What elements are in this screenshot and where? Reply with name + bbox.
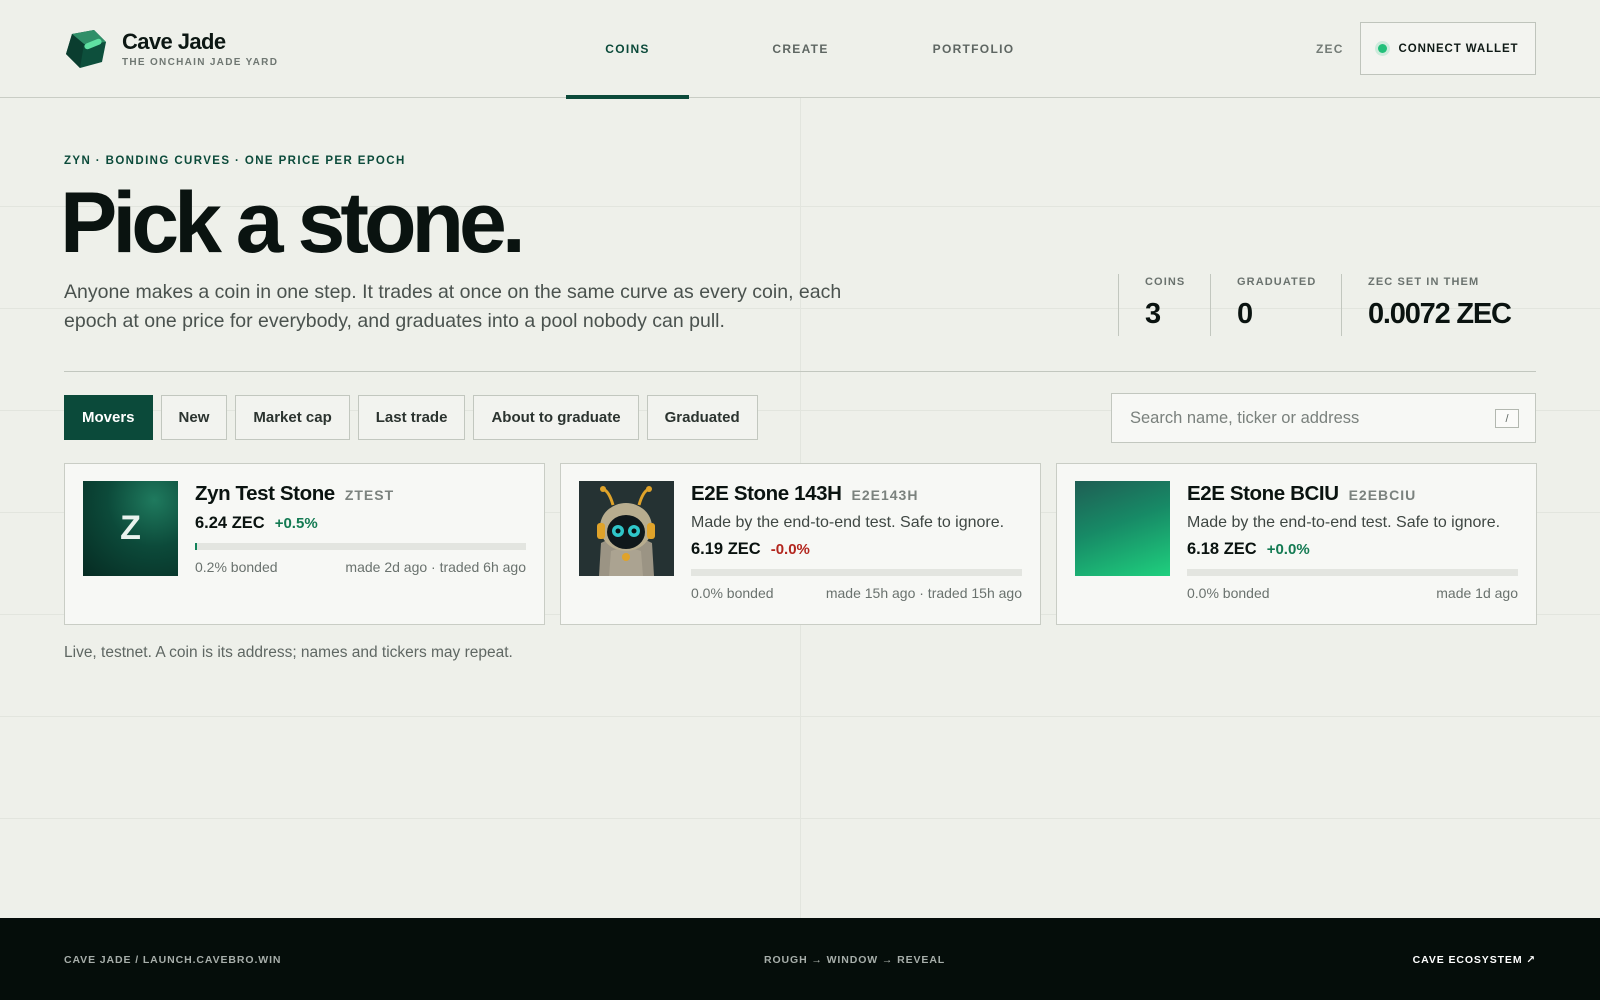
coin-times: made 1d ago [1436,585,1518,601]
stat-value: 0.0072 ZEC [1368,298,1512,330]
coin-change: -0.0% [770,541,810,558]
coin-price-row: 6.18 ZEC +0.0% [1187,540,1518,559]
stat-graduated: GRADUATED 0 [1210,274,1341,336]
coin-card-body: Zyn Test Stone ZTEST 6.24 ZEC +0.5% 0.2%… [195,482,526,575]
filter-new[interactable]: New [160,395,228,440]
filter-graduated[interactable]: Graduated [646,395,758,440]
coin-price: 6.19 ZEC [691,540,761,558]
bee-robot-avatar-icon [579,481,674,576]
hero-eyebrow: ZYN · BONDING CURVES · ONE PRICE PER EPO… [64,155,406,167]
bonding-progress-fill [195,543,197,550]
filter-about-to-graduate[interactable]: About to graduate [473,395,639,440]
status-dot-icon [1377,44,1387,53]
search-box: / [1111,393,1536,443]
coin-change: +0.5% [274,515,318,532]
coin-list: Z Zyn Test Stone ZTEST 6.24 ZEC +0.5% 0.… [64,463,1537,625]
coin-change: +0.0% [1266,541,1310,558]
coin-card-body: E2E Stone BCIU E2EBCIU Made by the end-t… [1187,482,1518,601]
coin-times: made 2d ago · traded 6h ago [345,559,526,575]
coin-description: Made by the end-to-end test. Safe to ign… [691,514,1005,531]
coin-card[interactable]: E2E Stone BCIU E2EBCIU Made by the end-t… [1056,463,1537,625]
coin-price-row: 6.24 ZEC +0.5% [195,514,526,533]
coin-ticker: ZTEST [344,487,395,503]
connect-wallet-button[interactable]: CONNECT WALLET [1360,22,1536,75]
coin-thumbnail [1075,481,1170,576]
coin-title-row: Zyn Test Stone ZTEST [195,482,526,506]
coin-title-row: E2E Stone 143H E2E143H [691,482,1022,506]
footnote: Live, testnet. A coin is its address; na… [64,644,513,661]
coin-meta-row: 0.2% bonded made 2d ago · traded 6h ago [195,559,526,575]
hero-description: Anyone makes a coin in one step. It trad… [64,281,842,332]
sort-filters: Movers New Market cap Last trade About t… [64,395,766,440]
coin-price: 6.24 ZEC [195,514,265,532]
bonding-progress-bar [195,543,526,550]
bonding-progress-bar [691,569,1022,576]
page-title: Pick a stone. [60,175,526,271]
filter-last-trade[interactable]: Last trade [357,395,466,440]
top-bar: Cave Jade THE ONCHAIN JADE YARD COINS CR… [0,0,1600,99]
coin-ticker: E2E143H [851,487,919,503]
coin-bonded: 0.2% bonded [195,559,278,575]
divider [64,371,1536,372]
coin-description: Made by the end-to-end test. Safe to ign… [1187,514,1501,531]
footer-process: ROUGH → WINDOW → REVEAL [764,954,946,966]
connect-wallet-label: CONNECT WALLET [1398,42,1519,55]
brand-name: Cave Jade [122,29,226,54]
coin-price: 6.18 ZEC [1187,540,1257,558]
coin-price-row: 6.19 ZEC -0.0% [691,540,1022,559]
filter-movers[interactable]: Movers [64,395,153,440]
stat-zec-set: ZEC SET IN THEM 0.0072 ZEC [1341,274,1537,336]
coin-bonded: 0.0% bonded [1187,585,1270,601]
coin-thumbnail [579,481,674,576]
stat-label: ZEC SET IN THEM [1368,276,1480,288]
stat-coins: COINS 3 [1118,274,1210,336]
stat-value: 0 [1237,298,1253,330]
coin-card[interactable]: Z Zyn Test Stone ZTEST 6.24 ZEC +0.5% 0.… [64,463,545,625]
jade-stone-logo-icon [66,30,106,68]
coin-ticker: E2EBCIU [1348,487,1417,503]
currency-label: ZEC [1316,42,1344,56]
brand[interactable]: Cave Jade THE ONCHAIN JADE YARD [64,28,278,70]
coin-thumbnail: Z [83,481,178,576]
footer-site-link[interactable]: CAVE JADE / LAUNCH.CAVEBRO.WIN [64,954,281,966]
footer: CAVE JADE / LAUNCH.CAVEBRO.WIN ROUGH → W… [0,918,1600,1000]
coin-title-row: E2E Stone BCIU E2EBCIU [1187,482,1518,506]
stat-value: 3 [1145,298,1161,330]
stats-panel: COINS 3 GRADUATED 0 ZEC SET IN THEM 0.00… [1118,274,1537,336]
filter-market-cap[interactable]: Market cap [235,395,350,440]
bonding-progress-bar [1187,569,1518,576]
coin-name: Zyn Test Stone [195,482,335,505]
tab-portfolio[interactable]: PORTFOLIO [912,0,1035,98]
coin-name: E2E Stone 143H [691,482,842,505]
brand-tagline: THE ONCHAIN JADE YARD [122,57,279,68]
coin-bonded: 0.0% bonded [691,585,774,601]
coin-card-body: E2E Stone 143H E2E143H Made by the end-t… [691,482,1022,601]
coin-name: E2E Stone BCIU [1187,482,1339,505]
tab-coins[interactable]: COINS [566,0,689,99]
coin-times: made 15h ago · traded 15h ago [825,585,1022,601]
stat-label: COINS [1145,276,1186,288]
coin-meta-row: 0.0% bonded made 1d ago [1187,585,1518,601]
tab-create[interactable]: CREATE [739,0,862,98]
footer-ecosystem-link[interactable]: CAVE ECOSYSTEM ↗ [1413,954,1536,966]
search-shortcut-key: / [1495,409,1519,428]
coin-card[interactable]: E2E Stone 143H E2E143H Made by the end-t… [560,463,1041,625]
stat-label: GRADUATED [1237,276,1317,288]
coin-thumbnail-letter: Z [120,509,141,547]
main-nav: COINS CREATE PORTFOLIO [566,0,1085,99]
search-input[interactable] [1112,394,1472,442]
coin-meta-row: 0.0% bonded made 15h ago · traded 15h ag… [691,585,1022,601]
